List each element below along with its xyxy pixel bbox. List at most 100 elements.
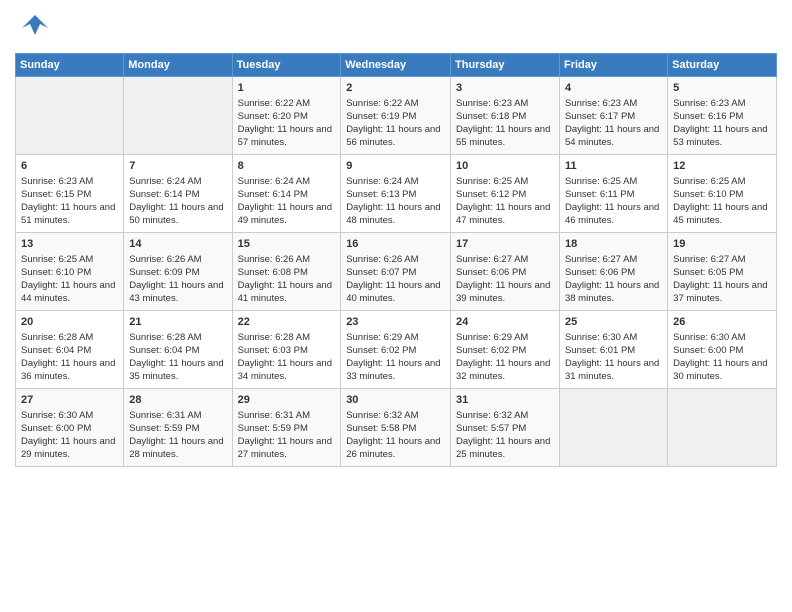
calendar-cell: 3 Sunrise: 6:23 AMSunset: 6:18 PMDaylight… xyxy=(451,77,560,155)
calendar-cell: 26Sunrise: 6:30 AMSunset: 6:00 PMDayligh… xyxy=(668,311,777,389)
day-header-friday: Friday xyxy=(559,54,667,77)
calendar-week-2: 6 Sunrise: 6:23 AMSunset: 6:15 PMDaylight… xyxy=(16,155,777,233)
day-number: 15 xyxy=(238,237,336,252)
calendar-cell: 19 Sunrise: 6:27 AMSunset: 6:05 PMDayligh… xyxy=(668,233,777,311)
cell-content: Sunrise: 6:28 AMSunset: 6:04 PMDaylight:… xyxy=(21,332,118,383)
day-number: 24 xyxy=(456,315,554,330)
calendar-cell: 23 Sunrise: 6:29 AMSunset: 6:02 PMDayligh… xyxy=(341,311,451,389)
calendar-cell xyxy=(668,389,777,467)
day-number: 13 xyxy=(21,237,118,252)
day-number: 31 xyxy=(456,393,554,408)
cell-content: Sunrise: 6:30 AMSunset: 6:00 PMDaylight:… xyxy=(673,332,771,383)
cell-content: Sunrise: 6:30 AMSunset: 6:01 PMDaylight:… xyxy=(565,332,662,383)
day-number: 16 xyxy=(346,237,445,252)
page-container: SundayMondayTuesdayWednesdayThursdayFrid… xyxy=(0,0,792,477)
calendar-cell: 1 Sunrise: 6:22 AMSunset: 6:20 PMDaylight… xyxy=(232,77,341,155)
day-number: 30 xyxy=(346,393,445,408)
day-number: 3 xyxy=(456,81,554,96)
calendar-cell: 25 Sunrise: 6:30 AMSunset: 6:01 PMDayligh… xyxy=(559,311,667,389)
calendar-cell: 2Sunrise: 6:22 AMSunset: 6:19 PMDaylight… xyxy=(341,77,451,155)
cell-content: Sunrise: 6:24 AMSunset: 6:13 PMDaylight:… xyxy=(346,176,445,227)
calendar-cell: 13 Sunrise: 6:25 AMSunset: 6:10 PMDayligh… xyxy=(16,233,124,311)
calendar-cell: 30 Sunrise: 6:32 AMSunset: 5:58 PMDayligh… xyxy=(341,389,451,467)
calendar-week-5: 27 Sunrise: 6:30 AMSunset: 6:00 PMDayligh… xyxy=(16,389,777,467)
calendar-week-1: 1 Sunrise: 6:22 AMSunset: 6:20 PMDaylight… xyxy=(16,77,777,155)
day-number: 25 xyxy=(565,315,662,330)
day-number: 7 xyxy=(129,159,226,174)
cell-content: Sunrise: 6:29 AMSunset: 6:02 PMDaylight:… xyxy=(456,332,554,383)
day-number: 10 xyxy=(456,159,554,174)
day-number: 5 xyxy=(673,81,771,96)
cell-content: Sunrise: 6:24 AMSunset: 6:14 PMDaylight:… xyxy=(129,176,226,227)
calendar-cell: 16 Sunrise: 6:26 AMSunset: 6:07 PMDayligh… xyxy=(341,233,451,311)
day-number: 1 xyxy=(238,81,336,96)
day-number: 6 xyxy=(21,159,118,174)
day-number: 4 xyxy=(565,81,662,96)
calendar-cell: 10Sunrise: 6:25 AMSunset: 6:12 PMDayligh… xyxy=(451,155,560,233)
calendar-cell: 20 Sunrise: 6:28 AMSunset: 6:04 PMDayligh… xyxy=(16,311,124,389)
calendar-cell: 6 Sunrise: 6:23 AMSunset: 6:15 PMDaylight… xyxy=(16,155,124,233)
calendar-cell: 24 Sunrise: 6:29 AMSunset: 6:02 PMDayligh… xyxy=(451,311,560,389)
cell-content: Sunrise: 6:32 AMSunset: 5:57 PMDaylight:… xyxy=(456,410,554,461)
cell-content: Sunrise: 6:23 AMSunset: 6:15 PMDaylight:… xyxy=(21,176,118,227)
day-number: 29 xyxy=(238,393,336,408)
cell-content: Sunrise: 6:27 AMSunset: 6:05 PMDaylight:… xyxy=(673,254,771,305)
calendar-cell: 31 Sunrise: 6:32 AMSunset: 5:57 PMDayligh… xyxy=(451,389,560,467)
cell-content: Sunrise: 6:22 AMSunset: 6:19 PMDaylight:… xyxy=(346,98,445,149)
calendar-cell: 17 Sunrise: 6:27 AMSunset: 6:06 PMDayligh… xyxy=(451,233,560,311)
day-number: 12 xyxy=(673,159,771,174)
day-number: 19 xyxy=(673,237,771,252)
day-number: 27 xyxy=(21,393,118,408)
calendar-cell: 9 Sunrise: 6:24 AMSunset: 6:13 PMDaylight… xyxy=(341,155,451,233)
day-number: 23 xyxy=(346,315,445,330)
cell-content: Sunrise: 6:28 AMSunset: 6:04 PMDaylight:… xyxy=(129,332,226,383)
cell-content: Sunrise: 6:23 AMSunset: 6:18 PMDaylight:… xyxy=(456,98,554,149)
day-number: 14 xyxy=(129,237,226,252)
day-number: 8 xyxy=(238,159,336,174)
day-header-sunday: Sunday xyxy=(16,54,124,77)
day-number: 20 xyxy=(21,315,118,330)
calendar-cell: 4 Sunrise: 6:23 AMSunset: 6:17 PMDaylight… xyxy=(559,77,667,155)
cell-content: Sunrise: 6:29 AMSunset: 6:02 PMDaylight:… xyxy=(346,332,445,383)
day-number: 21 xyxy=(129,315,226,330)
cell-content: Sunrise: 6:26 AMSunset: 6:07 PMDaylight:… xyxy=(346,254,445,305)
calendar-cell xyxy=(16,77,124,155)
cell-content: Sunrise: 6:31 AMSunset: 5:59 PMDaylight:… xyxy=(129,410,226,461)
calendar-cell: 28 Sunrise: 6:31 AMSunset: 5:59 PMDayligh… xyxy=(124,389,232,467)
cell-content: Sunrise: 6:30 AMSunset: 6:00 PMDaylight:… xyxy=(21,410,118,461)
cell-content: Sunrise: 6:25 AMSunset: 6:10 PMDaylight:… xyxy=(21,254,118,305)
cell-content: Sunrise: 6:22 AMSunset: 6:20 PMDaylight:… xyxy=(238,98,336,149)
calendar-cell: 15Sunrise: 6:26 AMSunset: 6:08 PMDayligh… xyxy=(232,233,341,311)
cell-content: Sunrise: 6:31 AMSunset: 5:59 PMDaylight:… xyxy=(238,410,336,461)
cell-content: Sunrise: 6:32 AMSunset: 5:58 PMDaylight:… xyxy=(346,410,445,461)
logo xyxy=(15,10,50,45)
calendar-cell: 7 Sunrise: 6:24 AMSunset: 6:14 PMDaylight… xyxy=(124,155,232,233)
calendar-cell: 12 Sunrise: 6:25 AMSunset: 6:10 PMDayligh… xyxy=(668,155,777,233)
cell-content: Sunrise: 6:25 AMSunset: 6:10 PMDaylight:… xyxy=(673,176,771,227)
header xyxy=(15,10,777,45)
calendar-cell: 29 Sunrise: 6:31 AMSunset: 5:59 PMDayligh… xyxy=(232,389,341,467)
day-header-saturday: Saturday xyxy=(668,54,777,77)
day-header-monday: Monday xyxy=(124,54,232,77)
day-number: 11 xyxy=(565,159,662,174)
cell-content: Sunrise: 6:27 AMSunset: 6:06 PMDaylight:… xyxy=(565,254,662,305)
calendar-header-row: SundayMondayTuesdayWednesdayThursdayFrid… xyxy=(16,54,777,77)
cell-content: Sunrise: 6:27 AMSunset: 6:06 PMDaylight:… xyxy=(456,254,554,305)
calendar-cell: 5Sunrise: 6:23 AMSunset: 6:16 PMDaylight… xyxy=(668,77,777,155)
day-number: 28 xyxy=(129,393,226,408)
day-header-wednesday: Wednesday xyxy=(341,54,451,77)
cell-content: Sunrise: 6:28 AMSunset: 6:03 PMDaylight:… xyxy=(238,332,336,383)
calendar-cell xyxy=(559,389,667,467)
calendar-cell: 18Sunrise: 6:27 AMSunset: 6:06 PMDayligh… xyxy=(559,233,667,311)
day-number: 22 xyxy=(238,315,336,330)
cell-content: Sunrise: 6:23 AMSunset: 6:17 PMDaylight:… xyxy=(565,98,662,149)
calendar-cell: 21 Sunrise: 6:28 AMSunset: 6:04 PMDayligh… xyxy=(124,311,232,389)
cell-content: Sunrise: 6:26 AMSunset: 6:09 PMDaylight:… xyxy=(129,254,226,305)
calendar-cell xyxy=(124,77,232,155)
calendar-cell: 14 Sunrise: 6:26 AMSunset: 6:09 PMDayligh… xyxy=(124,233,232,311)
day-number: 17 xyxy=(456,237,554,252)
day-number: 9 xyxy=(346,159,445,174)
logo-bird-icon xyxy=(20,10,50,45)
cell-content: Sunrise: 6:25 AMSunset: 6:11 PMDaylight:… xyxy=(565,176,662,227)
day-header-thursday: Thursday xyxy=(451,54,560,77)
